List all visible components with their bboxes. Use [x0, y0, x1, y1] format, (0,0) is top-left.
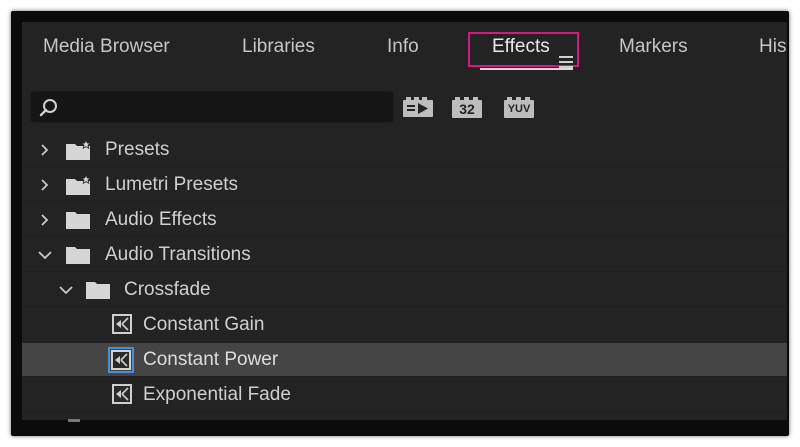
- tab-effects[interactable]: Effects: [492, 36, 550, 58]
- yuv-label: YUV: [507, 103, 531, 115]
- tree-item-crossfade[interactable]: Crossfade: [22, 273, 787, 307]
- tab-markers[interactable]: Markers: [619, 36, 688, 58]
- audio-transition-icon: [108, 347, 134, 373]
- star-folder-icon: [66, 140, 92, 160]
- search-icon: [39, 99, 57, 117]
- tab-libraries[interactable]: Libraries: [242, 36, 315, 58]
- tree-item-constant-power[interactable]: Constant Power: [22, 343, 787, 377]
- yuv-filter-button[interactable]: YUV: [504, 97, 534, 119]
- tree-item-constant-gain[interactable]: Constant Gain: [22, 308, 787, 342]
- tree-item-label: Exponential Fade: [143, 384, 291, 405]
- tree-item-audio-effects[interactable]: Audio Effects: [22, 203, 787, 237]
- tree-item-label: Audio Effects: [105, 209, 217, 230]
- effects-search-field[interactable]: [30, 91, 394, 123]
- active-tab-underline: [480, 68, 573, 70]
- search-input[interactable]: [63, 96, 387, 120]
- tree-item-label: Constant Gain: [143, 314, 265, 335]
- 32-bit-label: 32: [459, 101, 475, 117]
- tree-item-presets[interactable]: Presets: [22, 133, 787, 167]
- folder-icon: [66, 247, 90, 264]
- tree-item-label: Crossfade: [124, 279, 211, 300]
- window-frame: Media Browser Libraries Info Effects Mar…: [11, 11, 789, 436]
- tree-item-label: Audio Transitions: [105, 244, 251, 265]
- panel-tab-bar: Media Browser Libraries Info Effects Mar…: [22, 22, 787, 66]
- accelerated-effects-icon[interactable]: [403, 97, 433, 119]
- chevron-right-icon[interactable]: [38, 144, 52, 156]
- tree-item-exponential-fade[interactable]: Exponential Fade: [22, 378, 787, 412]
- 32-bit-color-filter-button[interactable]: 32: [452, 97, 482, 119]
- tab-info[interactable]: Info: [387, 36, 419, 58]
- chevron-down-icon[interactable]: [59, 284, 73, 296]
- folder-icon: [66, 212, 90, 229]
- tab-media-browser[interactable]: Media Browser: [43, 36, 170, 58]
- chevron-right-icon[interactable]: [38, 179, 52, 191]
- star-folder-icon: [66, 175, 92, 195]
- tree-item-label: Presets: [105, 139, 170, 160]
- tree-item-lumetri-presets[interactable]: Lumetri Presets: [22, 168, 787, 202]
- tree-item-audio-transitions[interactable]: Audio Transitions: [22, 238, 787, 272]
- tree-item-label: Constant Power: [143, 349, 279, 370]
- folder-icon: [86, 282, 110, 299]
- tab-history[interactable]: Hist: [759, 36, 787, 58]
- panel-menu-icon[interactable]: [559, 56, 573, 68]
- audio-transition-icon: [112, 384, 132, 404]
- chevron-right-icon[interactable]: [38, 214, 52, 226]
- chevron-down-icon[interactable]: [38, 249, 52, 261]
- next-row-fragment: [68, 419, 80, 422]
- tree-item-label: Lumetri Presets: [105, 174, 239, 195]
- audio-transition-icon: [112, 314, 132, 334]
